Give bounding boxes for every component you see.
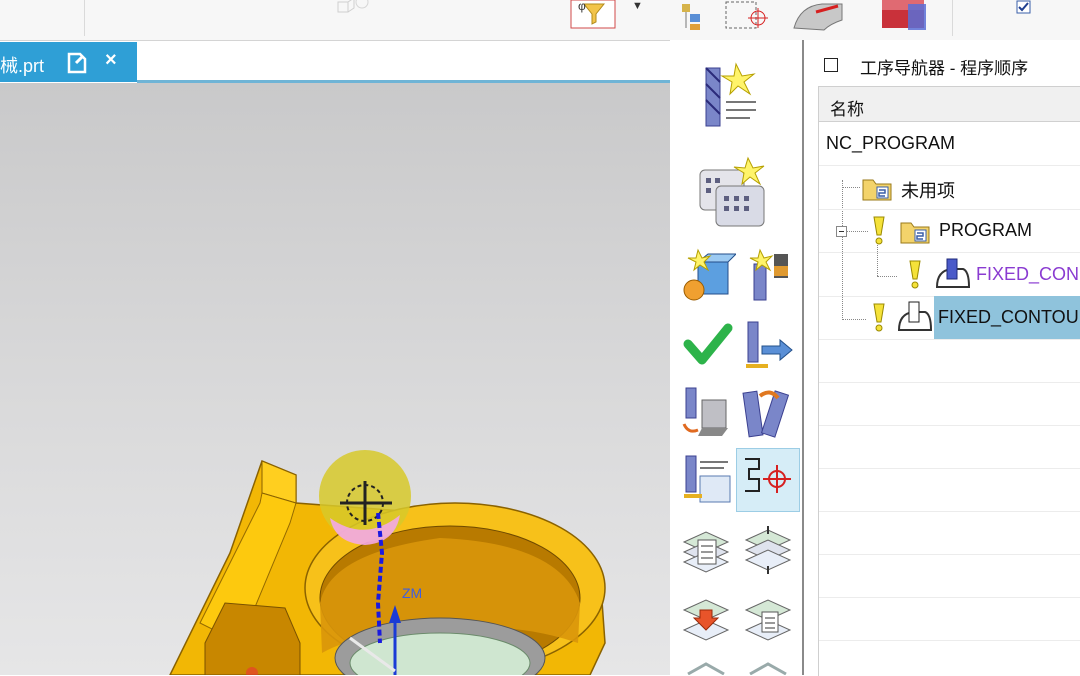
tree-row-fixed-contour-child[interactable]: FIXED_CON — [819, 253, 1080, 297]
more-tools-icon[interactable] — [678, 660, 736, 675]
empty-row — [819, 511, 1080, 555]
layer-list-icon[interactable] — [678, 522, 736, 580]
file-tab[interactable]: 械.prt × — [0, 42, 137, 82]
create-tool-icon[interactable] — [696, 62, 766, 132]
more-tools-icon[interactable] — [740, 660, 798, 675]
create-geometry-icon[interactable] — [696, 156, 770, 230]
empty-row — [819, 597, 1080, 641]
render-style-icon[interactable] — [878, 0, 934, 32]
view-cube-icon[interactable] — [334, 0, 384, 20]
ribbon-separator — [84, 0, 85, 36]
warning-exclamation-icon — [873, 303, 885, 332]
column-header-label: 名称 — [830, 100, 864, 119]
file-tab-name: 械.prt — [0, 56, 45, 76]
layer-insert-icon[interactable] — [678, 592, 736, 650]
create-method-icon[interactable] — [678, 248, 736, 306]
layer-stack-icon[interactable] — [740, 522, 798, 580]
program-folder-icon — [862, 179, 892, 201]
ribbon-separator — [952, 0, 953, 36]
coordinate-system-icon — [745, 458, 791, 493]
operation-navigator: 工序导航器 - 程序顺序 名称 NC_PROGRAM 未用项 PROGRAM F… — [804, 40, 1080, 676]
modified-document-icon — [67, 52, 87, 74]
empty-row — [819, 554, 1080, 598]
tree-row-label: PROGRAM — [939, 220, 1033, 240]
list-tool-icon[interactable] — [678, 452, 736, 510]
tree-row-label: FIXED_CON — [976, 264, 1080, 284]
tool-reorder-icon[interactable] — [740, 384, 798, 442]
column-header-name[interactable]: 名称 — [819, 87, 1080, 122]
output-toolpath-icon[interactable] — [740, 316, 798, 374]
tree-row-label: FIXED_CONTOU — [938, 307, 1079, 327]
verify-check-icon[interactable] — [678, 316, 736, 374]
warning-exclamation-icon — [909, 260, 921, 289]
tree-row-label: NC_PROGRAM — [826, 133, 956, 153]
tree-row-label: 未用项 — [901, 181, 955, 201]
empty-row — [819, 339, 1080, 383]
warning-exclamation-icon — [873, 216, 885, 245]
part-model[interactable]: ZM — [0, 83, 670, 675]
svg-text:φ: φ — [578, 0, 586, 13]
create-program-icon[interactable] — [740, 248, 798, 306]
tree-row-fixed-contour-selected[interactable]: FIXED_CONTOU — [819, 296, 1080, 340]
checkbox-checked-icon[interactable] — [1016, 0, 1034, 16]
fixed-contour-operation-icon — [935, 258, 971, 288]
snap-point-icon[interactable] — [718, 0, 778, 34]
tree-row-program[interactable]: PROGRAM — [819, 209, 1080, 253]
fixed-contour-operation-icon — [897, 301, 933, 331]
program-folder-icon — [900, 222, 930, 244]
layer-copy-icon[interactable] — [740, 592, 798, 650]
empty-row — [819, 382, 1080, 426]
machine-simulate-icon[interactable] — [678, 384, 736, 442]
navigator-pin-checkbox[interactable] — [824, 58, 838, 72]
close-tab-button[interactable]: × — [105, 49, 117, 72]
selection-filter-icon[interactable]: φ — [570, 0, 620, 30]
tree-row-unused[interactable]: 未用项 — [819, 166, 1080, 210]
empty-row — [819, 468, 1080, 512]
coordinate-system-button[interactable] — [736, 448, 800, 512]
graphics-viewport[interactable]: ZM — [0, 83, 670, 675]
ribbon-toolbar: φ ▼ — [0, 0, 1080, 41]
insert-toolbar — [670, 40, 802, 675]
tree-row-nc-program[interactable]: NC_PROGRAM — [819, 122, 1080, 166]
chevron-down-icon[interactable]: ▼ — [632, 0, 643, 12]
navigator-title: 工序导航器 - 程序顺序 — [860, 59, 1029, 78]
empty-row — [819, 425, 1080, 469]
zm-axis-label: ZM — [402, 585, 422, 601]
section-view-icon[interactable] — [790, 0, 850, 34]
assembly-navigator-icon[interactable] — [668, 0, 708, 32]
